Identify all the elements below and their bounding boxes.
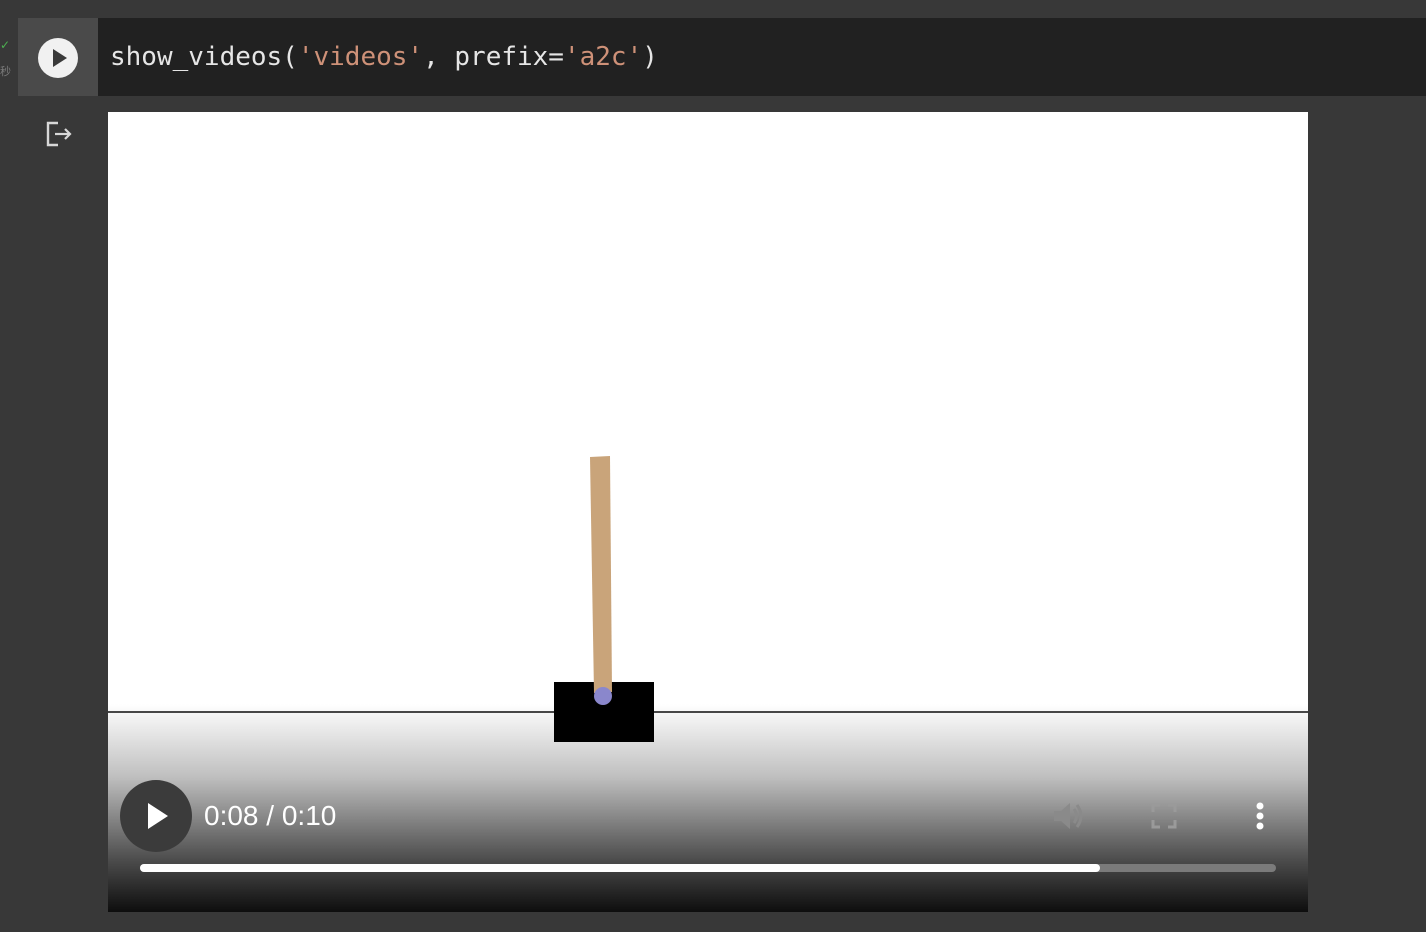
volume-button[interactable] <box>1048 796 1088 836</box>
video-controls: 0:08 / 0:10 <box>108 704 1308 912</box>
play-circle-icon <box>53 49 67 67</box>
video-time-display: 0:08 / 0:10 <box>204 800 337 831</box>
code-editor-text[interactable]: show_videos('videos', prefix='a2c') <box>110 40 658 74</box>
video-progress-bar[interactable] <box>140 864 1276 872</box>
duration: 0:10 <box>281 800 337 831</box>
fullscreen-button[interactable] <box>1144 796 1184 836</box>
video-play-button[interactable] <box>120 780 192 852</box>
code-token: , prefix= <box>423 42 564 72</box>
output-exit-icon <box>46 121 72 147</box>
more-options-button[interactable] <box>1240 796 1280 836</box>
code-cell[interactable]: show_videos('videos', prefix='a2c') 0:08… <box>18 18 1426 932</box>
volume-icon <box>1054 803 1083 829</box>
fullscreen-icon <box>1151 803 1177 829</box>
axle <box>594 687 612 705</box>
current-time: 0:08 <box>204 800 259 831</box>
run-cell-button[interactable] <box>38 38 78 78</box>
left-gutter: ✓ 秒 <box>0 0 18 932</box>
notebook-page: ✓ 秒 show_videos('videos', prefix='a2c') <box>0 0 1426 932</box>
cell-output-area: 0:08 / 0:10 <box>18 96 1426 932</box>
run-button-area[interactable] <box>18 18 98 96</box>
code-token: ) <box>642 42 658 72</box>
more-vertical-icon <box>1256 802 1264 830</box>
clear-output-button[interactable] <box>44 118 76 150</box>
run-status-check-icon: ✓ <box>0 38 11 52</box>
code-input-area[interactable]: show_videos('videos', prefix='a2c') <box>18 18 1426 96</box>
video-player[interactable]: 0:08 / 0:10 <box>108 112 1308 912</box>
video-progress-fill <box>140 864 1100 872</box>
play-icon <box>148 803 168 829</box>
run-elapsed-label: 秒 <box>0 65 11 78</box>
code-string-token: 'videos' <box>297 42 424 72</box>
code-token: show_videos( <box>110 42 298 72</box>
code-string-token: 'a2c' <box>563 42 643 72</box>
